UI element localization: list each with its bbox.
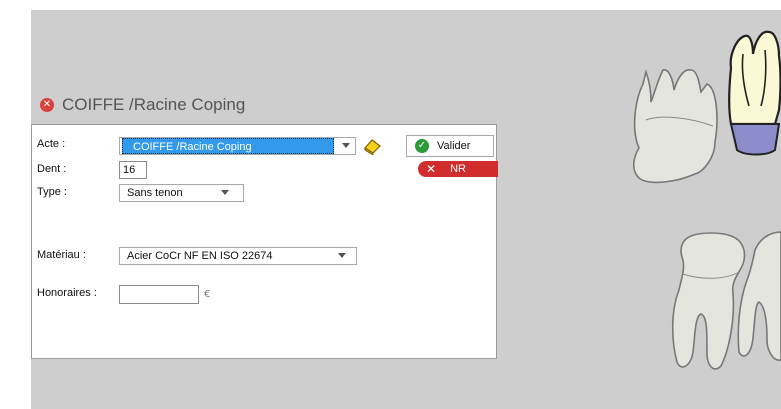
acte-value: COIFFE /Racine Coping xyxy=(122,138,334,154)
tooth-16-coping xyxy=(729,123,781,156)
honoraires-label: Honoraires : xyxy=(37,287,97,299)
tooth-upper-molar xyxy=(632,69,718,184)
tooth-16-crown-root xyxy=(728,30,781,126)
valider-label: Valider xyxy=(437,140,471,152)
acte-label: Acte : xyxy=(37,138,66,150)
euro-unit: € xyxy=(204,289,211,300)
type-value: Sans tenon xyxy=(127,187,183,199)
chevron-down-icon[interactable] xyxy=(342,143,350,148)
close-icon: ✕ xyxy=(426,162,437,176)
checkmark-icon: ✓ xyxy=(415,139,429,153)
chevron-down-icon[interactable] xyxy=(221,190,229,195)
close-icon[interactable]: ✕ xyxy=(40,98,54,112)
acte-select[interactable]: COIFFE /Racine Coping xyxy=(119,137,356,155)
dialog-title: COIFFE /Racine Coping xyxy=(62,95,246,114)
act-form-panel: Acte : COIFFE /Racine Coping ✓ Valider ✕… xyxy=(31,124,498,359)
nr-button[interactable]: ✕ NR xyxy=(418,161,498,177)
materiau-label: Matériau : xyxy=(37,249,86,261)
dialog-title-bar: ✕ COIFFE /Racine Coping xyxy=(40,95,245,115)
dent-label: Dent : xyxy=(37,163,67,175)
type-select[interactable]: Sans tenon xyxy=(119,184,244,202)
materiau-select[interactable]: Acier CoCr NF EN ISO 22674 xyxy=(119,247,357,265)
nr-label: NR xyxy=(450,163,466,175)
honoraires-input[interactable] xyxy=(119,285,199,304)
chevron-down-icon[interactable] xyxy=(338,253,346,258)
workspace: ✕ COIFFE /Racine Coping Acte : COIFFE /R… xyxy=(31,10,781,409)
type-label: Type : xyxy=(37,186,67,198)
materiau-value: Acier CoCr NF EN ISO 22674 xyxy=(127,250,273,262)
eraser-icon[interactable] xyxy=(362,137,382,155)
valider-button[interactable]: ✓ Valider xyxy=(406,135,494,157)
dent-input[interactable]: 16 xyxy=(119,161,147,179)
tooth-lower-molar-1 xyxy=(671,232,746,370)
